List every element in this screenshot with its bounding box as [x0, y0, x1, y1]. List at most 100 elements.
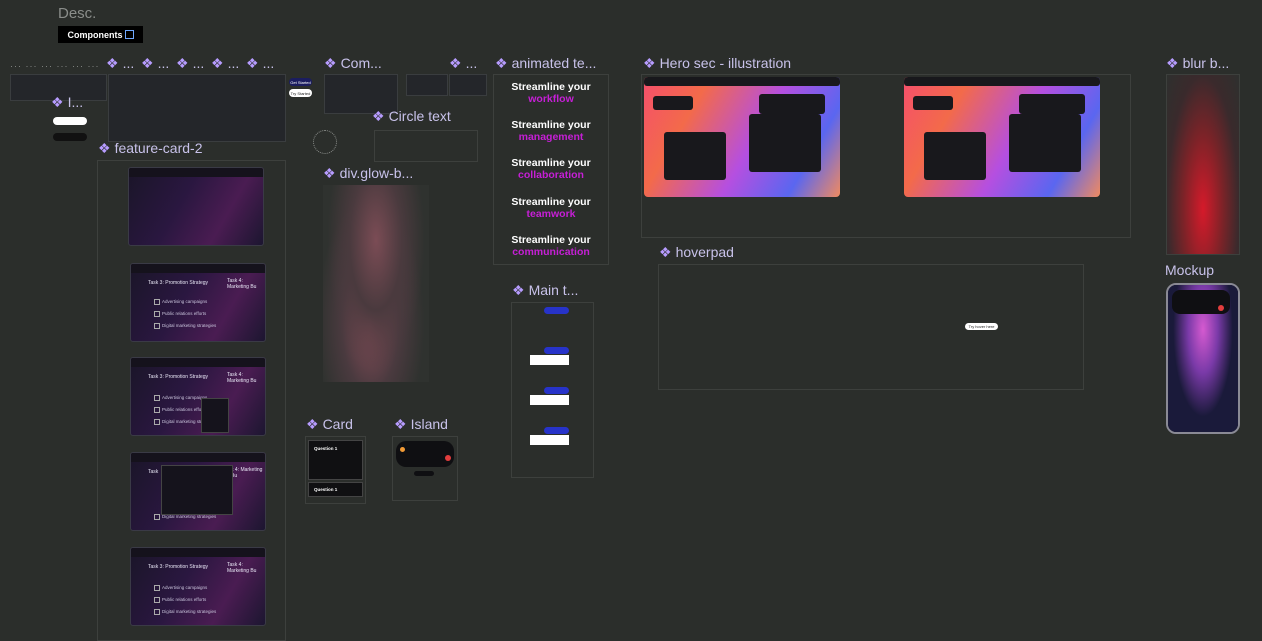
circle-text-1 [313, 130, 337, 154]
task-title-2: Task 4: Marketing Bu [227, 562, 257, 574]
frame-title-circle-text[interactable]: ❖ Circle text [372, 108, 451, 125]
component-icon: ❖ [106, 55, 119, 71]
task-title-2: Task 4: Marketing Bu [227, 372, 257, 384]
glow-block [323, 185, 429, 382]
question-label: Question 1 [314, 487, 338, 492]
question-label: Question 1 [314, 446, 338, 451]
frame-title-feature-card[interactable]: ❖ feature-card-2 [98, 140, 203, 157]
main-btn-4[interactable] [544, 427, 569, 434]
task-title-partial: Task [148, 469, 159, 475]
anim-word: management [518, 131, 584, 143]
phone-mockup[interactable] [1166, 283, 1240, 434]
frame-title-ellipsis-6[interactable]: ❖... [449, 55, 477, 72]
frame-title-hero[interactable]: ❖ Hero sec - illustration [643, 55, 791, 72]
frame-title-i[interactable]: ❖ I... [51, 94, 83, 111]
main-btn-2[interactable] [544, 347, 569, 354]
component-icon: ❖ [323, 165, 336, 181]
feature-card-5[interactable]: Task 3: Promotion Strategy Task 4: Marke… [130, 547, 266, 626]
frame-title-glow[interactable]: ❖ div.glow-b... [323, 165, 413, 182]
icons-frame[interactable] [406, 74, 448, 96]
component-icon: ❖ [659, 244, 672, 260]
dynamic-island[interactable] [396, 441, 454, 467]
component-icon: ❖ [246, 55, 259, 71]
main-dropdown-2[interactable] [530, 355, 569, 365]
frame-title-animated[interactable]: ❖ animated te... [495, 55, 596, 72]
pill-dark[interactable] [53, 133, 87, 141]
task-title-2: Task 4: Marketing Bu [227, 278, 257, 290]
task-title: Task 3: Promotion Strategy [148, 564, 209, 570]
component-icon: ❖ [141, 55, 154, 71]
frame-title-ellipsis-2[interactable]: ❖... [141, 55, 169, 72]
component-icon: ❖ [306, 416, 319, 432]
get-started-button[interactable]: Get Started [289, 78, 312, 86]
hang-up-icon[interactable] [1218, 305, 1224, 311]
component-icon: ❖ [98, 140, 111, 156]
feature-card-3[interactable]: Task 3: Promotion Strategy Task 4: Marke… [130, 357, 266, 436]
hoverpad-frame[interactable] [658, 264, 1084, 390]
icon-cards-frame[interactable] [108, 74, 286, 142]
dynamic-island[interactable] [1172, 290, 1230, 314]
component-icon: ❖ [51, 94, 64, 110]
context-menu[interactable] [201, 398, 229, 433]
frame-title-ellipsis-3[interactable]: ❖... [176, 55, 204, 72]
component-icon: ❖ [324, 55, 337, 71]
circle-text-frame[interactable] [374, 130, 478, 162]
anim-prefix: Streamline your [511, 157, 591, 169]
pill-light[interactable] [53, 117, 87, 125]
hero-illustration-2[interactable] [904, 77, 1100, 197]
link-icon [124, 30, 134, 39]
main-btn-3[interactable] [544, 387, 569, 394]
component-icon: ❖ [176, 55, 189, 71]
task-title-2-partial: k 4: Marketing Bu [231, 467, 263, 479]
component-icon: ❖ [394, 416, 407, 432]
component-icon: ❖ [211, 55, 224, 71]
frame-title-island[interactable]: ❖ Island [394, 416, 448, 433]
anim-word: communication [512, 246, 590, 258]
hang-up-icon[interactable] [445, 455, 451, 461]
feature-card-2[interactable]: Task 3: Promotion Strategy Task 4: Marke… [130, 263, 266, 342]
anim-word: teamwork [526, 208, 576, 220]
frame-title-main-t[interactable]: ❖ Main t... [512, 282, 578, 299]
try-started-button[interactable]: Try Started [289, 89, 312, 97]
frame-title-mockup[interactable]: Mockup [1165, 262, 1214, 278]
hoverpad-button[interactable]: Try hover here [965, 323, 998, 330]
nav-frame[interactable] [449, 74, 487, 96]
question-card-expanded[interactable]: Question 1 [308, 440, 363, 480]
frame-title-ellipsis-1[interactable]: ❖... [106, 55, 134, 72]
anim-prefix: Streamline your [511, 81, 591, 93]
feature-card-1[interactable] [128, 167, 264, 246]
island-pill [414, 471, 434, 476]
question-card-collapsed[interactable]: Question 1 [308, 482, 363, 497]
main-dropdown-4[interactable] [530, 435, 569, 445]
component-icon: ❖ [495, 55, 508, 71]
anim-word: collaboration [518, 169, 584, 181]
components-badge[interactable]: Components [58, 26, 143, 43]
anim-prefix: Streamline your [511, 196, 591, 208]
task-title: Task 3: Promotion Strategy [148, 280, 209, 286]
task-title: Task 3: Promotion Strategy [148, 374, 209, 380]
component-icon: ❖ [372, 108, 385, 124]
main-dropdown-3[interactable] [530, 395, 569, 405]
component-icon: ❖ [449, 55, 462, 71]
component-icon: ❖ [1166, 55, 1179, 71]
component-icon: ❖ [512, 282, 525, 298]
anim-word: workflow [528, 93, 574, 105]
dropdown-panel[interactable] [161, 465, 233, 515]
avatar [400, 447, 405, 452]
frame-title-ellipsis-5[interactable]: ❖... [246, 55, 274, 72]
hero-illustration-1[interactable] [644, 77, 840, 197]
anim-prefix: Streamline your [511, 119, 591, 131]
feature-card-4[interactable]: Task k 4: Marketing Bu Digital marketing… [130, 452, 266, 531]
component-icon: ❖ [643, 55, 656, 71]
frame-title-card[interactable]: ❖ Card [306, 416, 353, 433]
blur-block [1166, 74, 1240, 255]
frame-title-com[interactable]: ❖ Com... [324, 55, 382, 72]
frame-title-hoverpad[interactable]: ❖ hoverpad [659, 244, 734, 261]
frame-dots: ··· ··· ··· ··· ··· ··· [10, 61, 100, 71]
frame-title-ellipsis-4[interactable]: ❖... [211, 55, 239, 72]
anim-prefix: Streamline your [511, 234, 591, 246]
components-badge-label: Components [67, 29, 123, 40]
frame-title-blur[interactable]: ❖ blur b... [1166, 55, 1229, 72]
main-btn-1[interactable] [544, 307, 569, 314]
animated-text-frame: Streamline your workflow Streamline your… [493, 74, 609, 265]
